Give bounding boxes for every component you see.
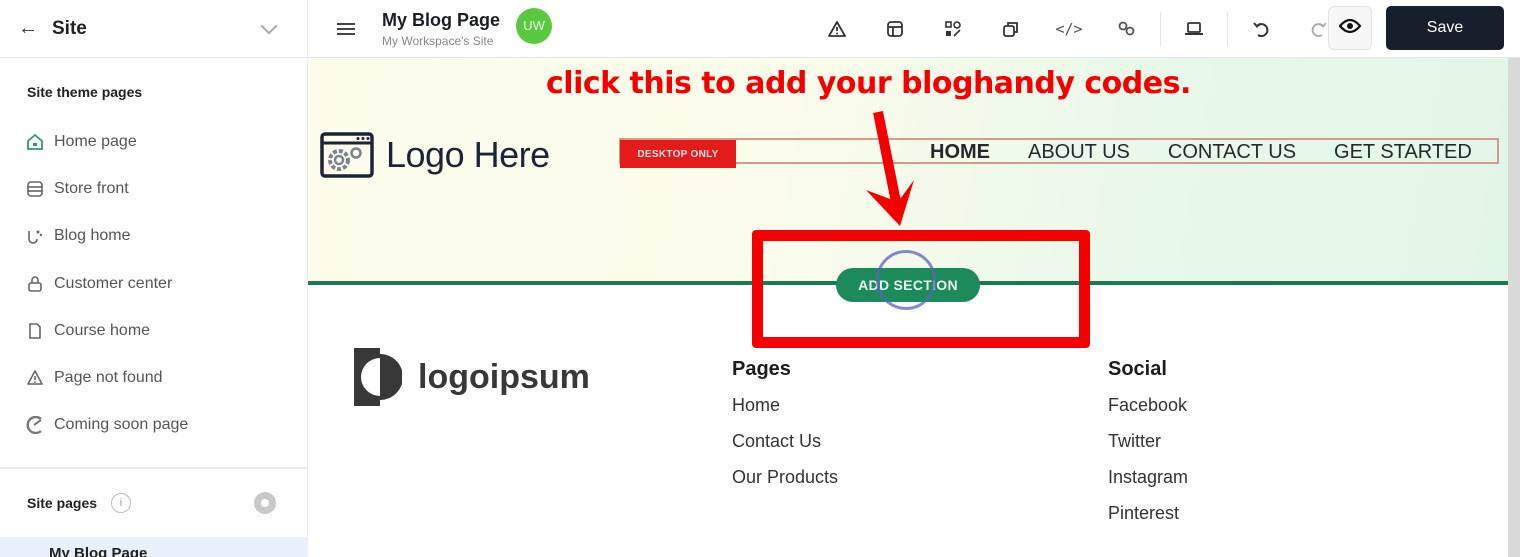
menu-icon[interactable]	[337, 20, 355, 38]
page-info: My Blog Page My Workspace's Site	[382, 10, 500, 48]
sidebar-item-home-page[interactable]: Home page	[0, 118, 307, 165]
layout-icon[interactable]	[866, 9, 924, 49]
info-icon[interactable]: i	[111, 493, 132, 513]
footer-pages-heading: Pages	[732, 358, 791, 380]
nav-about-us[interactable]: ABOUT US	[1028, 141, 1130, 164]
sidebar: ← Site Site theme pages Home page Store …	[0, 0, 308, 557]
footer-pages-column: Pages Home Contact Us Our Products	[732, 358, 838, 503]
preview-button[interactable]	[1328, 6, 1372, 50]
footer-social-column: Social Facebook Twitter Instagram Pinter…	[1108, 358, 1188, 539]
site-theme-pages-heading: Site theme pages	[27, 84, 143, 100]
sidebar-item-blog-home[interactable]: Blog home	[0, 213, 307, 260]
footer-link[interactable]: Our Products	[732, 467, 838, 488]
sidebar-item-label: Blog home	[54, 227, 131, 245]
annotation-arrow-icon	[866, 111, 914, 226]
back-arrow-icon[interactable]: ←	[18, 17, 48, 40]
canvas-scrollbar[interactable]	[1508, 58, 1520, 557]
footer-link[interactable]: Twitter	[1108, 431, 1188, 452]
lock-icon	[26, 275, 44, 293]
footer-logo-text: logoipsum	[418, 357, 590, 396]
sidebar-item-label: Home page	[54, 132, 137, 150]
nav-home[interactable]: HOME	[930, 141, 990, 164]
footer-link[interactable]: Home	[732, 395, 838, 416]
footer-link[interactable]: Pinterest	[1108, 503, 1188, 524]
blog-icon	[26, 227, 44, 245]
rocket-icon	[26, 416, 44, 435]
duplicate-icon[interactable]	[982, 9, 1040, 49]
page-title: My Blog Page	[382, 9, 501, 30]
sidebar-item-my-blog-page[interactable]: My Blog Page	[0, 537, 308, 557]
sidebar-header: ← Site	[0, 0, 307, 58]
chevron-down-icon[interactable]	[260, 17, 278, 34]
sidebar-item-store-front[interactable]: Store front	[0, 165, 307, 212]
sidebar-item-label: Coming soon page	[54, 416, 189, 434]
site-pages-heading: Site pages	[27, 495, 98, 511]
avatar[interactable]: UW	[516, 7, 553, 44]
nav-get-started[interactable]: GET STARTED	[1334, 141, 1472, 164]
warning-icon[interactable]	[808, 9, 866, 49]
footer-logo[interactable]: logoipsum	[354, 348, 590, 406]
footer-link[interactable]: Contact Us	[732, 431, 838, 452]
sidebar-item-coming-soon-page[interactable]: Coming soon page	[0, 402, 307, 449]
sidebar-item-label: Page not found	[54, 369, 163, 387]
sidebar-item-label: Customer center	[54, 274, 173, 292]
home-icon	[26, 133, 44, 151]
footer-link[interactable]: Facebook	[1108, 395, 1188, 416]
footer-link[interactable]: Instagram	[1108, 467, 1188, 488]
footer-social-heading: Social	[1108, 358, 1167, 380]
eye-icon	[1338, 18, 1362, 39]
desktop-view-icon[interactable]	[1165, 9, 1223, 49]
sidebar-item-page-not-found[interactable]: Page not found	[0, 354, 307, 401]
site-logo[interactable]: Logo Here	[320, 132, 550, 178]
settings-icon[interactable]	[254, 492, 276, 514]
sidebar-item-label: My Blog Page	[49, 545, 148, 557]
workspace-name: My Workspace's Site	[382, 33, 494, 48]
add-section-button[interactable]: ADD SECTION	[836, 268, 980, 302]
logo-text: Logo Here	[386, 134, 550, 175]
save-button[interactable]: Save	[1386, 6, 1504, 50]
toolbar-icons: </>	[808, 0, 1348, 58]
store-icon	[26, 180, 44, 198]
page-canvas: Logo Here DESKTOP ONLY HOME ABOUT US CON…	[308, 58, 1508, 557]
sidebar-item-customer-center[interactable]: Customer center	[0, 260, 307, 307]
site-pages-header: Site pages i	[0, 469, 308, 537]
desktop-only-badge: DESKTOP ONLY	[620, 140, 736, 168]
toolbar-divider	[1227, 12, 1228, 46]
file-icon	[26, 322, 44, 340]
warning-icon	[26, 369, 44, 387]
nav-contact-us[interactable]: CONTACT US	[1168, 141, 1296, 164]
code-icon[interactable]: </>	[1040, 9, 1098, 49]
sidebar-item-label: Course home	[54, 321, 151, 339]
site-editor: ← Site Site theme pages Home page Store …	[0, 0, 1520, 557]
theme-icon[interactable]	[924, 9, 982, 49]
toolbar-divider	[1160, 12, 1161, 46]
sidebar-item-label: Store front	[54, 179, 129, 197]
site-nav: HOME ABOUT US CONTACT US GET STARTED	[930, 140, 1472, 164]
annotation-text: click this to add your bloghandy codes.	[546, 66, 1191, 101]
logoipsum-mark-icon	[354, 348, 402, 406]
editor-toolbar: My Blog Page My Workspace's Site UW </>	[308, 0, 1520, 58]
settings-icon[interactable]	[1098, 9, 1156, 49]
sidebar-title: Site	[52, 17, 87, 39]
sidebar-item-course-home[interactable]: Course home	[0, 307, 307, 354]
logo-gear-icon	[320, 132, 374, 178]
undo-icon[interactable]	[1232, 9, 1290, 49]
